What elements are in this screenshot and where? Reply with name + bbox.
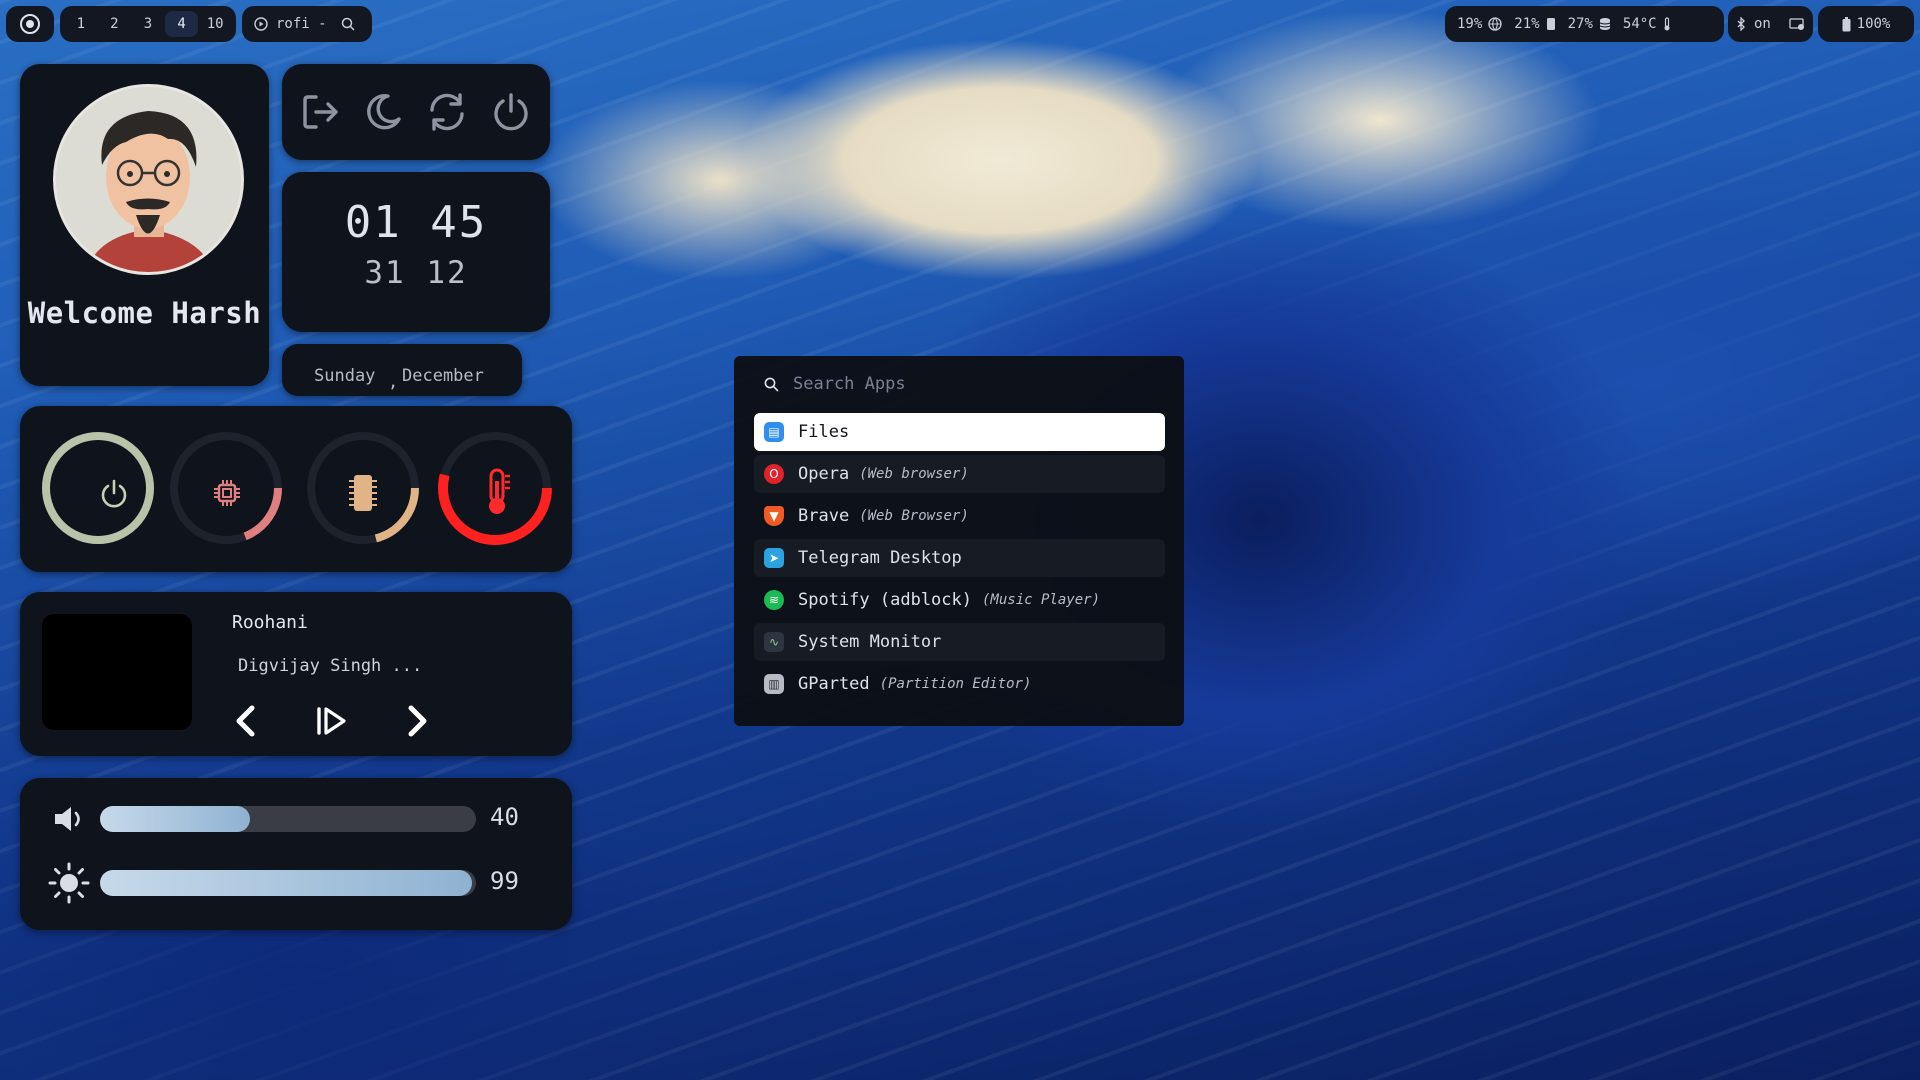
app-name: Brave xyxy=(798,506,850,526)
gparted-icon: ▥ xyxy=(764,674,784,694)
temperature-value: 54°C xyxy=(1622,16,1657,32)
volume-slider[interactable] xyxy=(100,806,476,832)
bluetooth-status: on xyxy=(1754,16,1771,32)
spotify-icon: ≋ xyxy=(764,590,784,610)
workspace-2[interactable]: 2 xyxy=(98,16,132,32)
system-stats-bar: 19% 21% 27% 54°C xyxy=(1445,6,1724,42)
volume-slider-fill xyxy=(100,806,251,832)
clock-time: 01 45 xyxy=(344,197,488,248)
temperature-gauge-icon xyxy=(480,467,514,517)
brightness-slider[interactable] xyxy=(100,870,476,896)
temperature-stat[interactable]: 54°C xyxy=(1617,16,1677,32)
app-name: GParted xyxy=(798,674,870,694)
brightness-value: 99 xyxy=(490,867,519,895)
sliders-card: 40 99 xyxy=(20,778,572,930)
list-item-opera[interactable]: O Opera (Web browser) xyxy=(754,455,1165,493)
welcome-text: Welcome Harsh xyxy=(27,296,262,330)
list-item-system-monitor[interactable]: ∿ System Monitor xyxy=(754,623,1165,661)
search-icon xyxy=(764,377,779,392)
thermometer-icon xyxy=(1663,17,1671,31)
app-generic-name: (Music Player) xyxy=(982,592,1101,608)
clock-card: 01 45 31 12 xyxy=(282,172,550,332)
memory-value: 21% xyxy=(1514,16,1540,32)
track-artist: Digvijay Singh ... xyxy=(238,656,423,676)
album-art xyxy=(42,614,192,730)
play-pause-icon[interactable] xyxy=(315,704,349,738)
play-circle-icon xyxy=(254,17,268,31)
list-item-telegram[interactable]: ➤ Telegram Desktop xyxy=(754,539,1165,577)
previous-track-icon[interactable] xyxy=(232,704,260,738)
database-icon xyxy=(1599,17,1611,31)
battery-value: 100% xyxy=(1856,16,1891,32)
app-name: Opera xyxy=(798,464,850,484)
volume-icon[interactable] xyxy=(52,804,86,834)
day-card: Sunday , December xyxy=(282,344,522,396)
month-name: December xyxy=(402,366,484,386)
disk-stat[interactable]: 27% xyxy=(1562,16,1617,32)
next-track-icon[interactable] xyxy=(403,704,431,738)
list-item-files[interactable]: ▤ Files xyxy=(754,413,1165,451)
app-list: ▤ Files O Opera (Web browser) ▼ Brave (W… xyxy=(754,413,1165,707)
bluetooth-icon[interactable] xyxy=(1736,17,1746,31)
reboot-icon[interactable] xyxy=(424,91,470,133)
app-generic-name: (Partition Editor) xyxy=(879,676,1032,692)
app-name: System Monitor xyxy=(798,632,942,652)
memory-stat[interactable]: 21% xyxy=(1508,16,1561,32)
telegram-icon: ➤ xyxy=(764,548,784,568)
search-icon[interactable] xyxy=(341,17,355,31)
track-title: Roohani xyxy=(232,612,308,633)
power-off-icon[interactable] xyxy=(490,91,532,133)
app-launcher: Search Apps ▤ Files O Opera (Web browser… xyxy=(734,356,1184,726)
os-logo-icon[interactable] xyxy=(19,13,41,35)
workspace-1[interactable]: 1 xyxy=(64,16,98,32)
app-generic-name: (Web Browser) xyxy=(859,508,969,524)
workspace-10[interactable]: 10 xyxy=(198,16,232,32)
memory-icon xyxy=(1546,17,1556,31)
cpu-value: 19% xyxy=(1457,16,1483,32)
memory-chip-icon xyxy=(346,473,380,513)
power-icon xyxy=(98,477,130,509)
window-title: rofi - xyxy=(276,16,327,32)
volume-value: 40 xyxy=(490,803,519,831)
cpu-stat[interactable]: 19% xyxy=(1451,16,1508,32)
session-controls xyxy=(282,64,550,160)
launcher-button-bar[interactable] xyxy=(6,6,54,42)
system-monitor-icon: ∿ xyxy=(764,632,784,652)
cpu-chip-icon xyxy=(211,477,243,509)
search-input[interactable]: Search Apps xyxy=(793,374,906,394)
files-icon: ▤ xyxy=(764,422,784,442)
brave-icon: ▼ xyxy=(764,506,784,526)
logout-icon[interactable] xyxy=(300,91,342,133)
brightness-slider-fill xyxy=(100,870,473,896)
app-name: Files xyxy=(798,422,850,442)
system-gauges xyxy=(20,406,572,572)
day-name: Sunday xyxy=(314,366,376,386)
workspace-switcher: 1 2 3 4 10 xyxy=(60,6,236,42)
list-item-brave[interactable]: ▼ Brave (Web Browser) xyxy=(754,497,1165,535)
profile-card: Welcome Harsh xyxy=(20,64,269,386)
list-item-spotify[interactable]: ≋ Spotify (adblock) (Music Player) xyxy=(754,581,1165,619)
app-name: Spotify (adblock) xyxy=(798,590,972,610)
day-separator: , xyxy=(388,372,399,392)
display-settings-icon[interactable] xyxy=(1789,17,1805,31)
clock-date: 31 12 xyxy=(364,255,468,291)
window-title-bar[interactable]: rofi - xyxy=(242,6,372,42)
connectivity-bar: on xyxy=(1728,6,1813,42)
media-player: Roohani Digvijay Singh ... xyxy=(20,592,572,756)
app-generic-name: (Web browser) xyxy=(859,466,969,482)
workspace-3[interactable]: 3 xyxy=(131,16,165,32)
battery-bar[interactable]: 100% xyxy=(1818,6,1914,42)
sleep-moon-icon[interactable] xyxy=(362,91,404,133)
app-name: Telegram Desktop xyxy=(798,548,962,568)
search-bar[interactable]: Search Apps xyxy=(764,374,906,394)
workspace-4[interactable]: 4 xyxy=(164,11,199,37)
globe-icon xyxy=(1488,17,1502,31)
list-item-gparted[interactable]: ▥ GParted (Partition Editor) xyxy=(754,665,1165,703)
battery-icon xyxy=(1842,16,1851,32)
disk-value: 27% xyxy=(1567,16,1593,32)
brightness-sun-icon[interactable] xyxy=(48,862,90,904)
avatar xyxy=(53,84,244,275)
opera-icon: O xyxy=(764,464,784,484)
